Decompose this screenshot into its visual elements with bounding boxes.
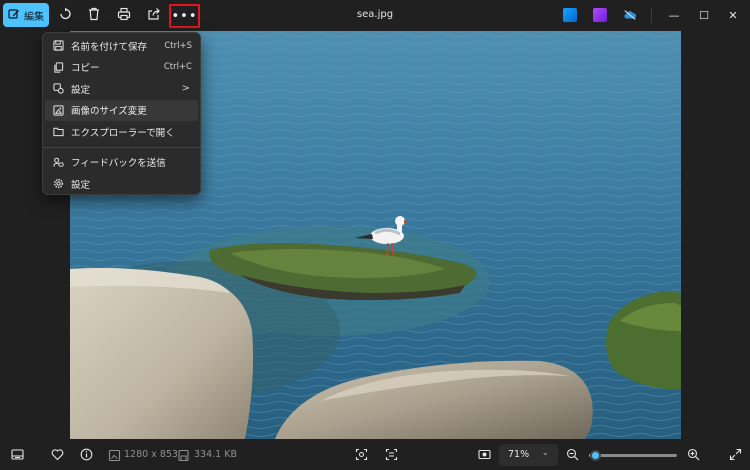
menu-item-label: 名前を付けて保存 (71, 41, 148, 53)
fullscreen-button[interactable] (727, 447, 743, 463)
menu-item-label: フィードバックを送信 (71, 158, 166, 170)
edit-icon (8, 8, 20, 23)
info-icon (80, 446, 93, 465)
filmstrip-button[interactable] (9, 447, 25, 463)
title-divider (651, 7, 652, 23)
menu-item-set-as[interactable]: 設定 > (45, 78, 198, 100)
zoom-level-dropdown[interactable]: 71% ⌄ (499, 444, 558, 466)
designer-icon[interactable] (563, 8, 577, 22)
copy-icon (51, 60, 65, 74)
onedrive-button[interactable] (618, 5, 642, 27)
rotate-button[interactable] (53, 4, 77, 26)
menu-item-label: エクスプローラーで開く (71, 127, 175, 139)
file-size: 334.1 KB (194, 449, 237, 460)
set-as-icon (51, 82, 65, 96)
resize-icon (51, 103, 65, 117)
zoom-slider-track[interactable] (589, 454, 677, 457)
rotate-icon (58, 6, 72, 25)
share-button[interactable] (142, 4, 166, 26)
filesize-icon (175, 447, 191, 463)
image-dimensions: 1280 x 853 (124, 449, 178, 460)
clipchamp-icon[interactable] (593, 8, 607, 22)
file-info-button[interactable] (78, 447, 94, 463)
actual-size-button[interactable] (476, 447, 492, 463)
onedrive-offline-icon (623, 7, 637, 26)
scan-text-icon (385, 446, 398, 465)
title-bar: 編集 ••• sea.jpg — ☐ ✕ (0, 0, 750, 32)
gear-icon (51, 177, 65, 191)
delete-icon (87, 6, 101, 25)
minimize-button[interactable]: — (661, 5, 687, 25)
zoom-out-button[interactable] (564, 447, 580, 463)
edit-label: 編集 (24, 11, 44, 23)
save-as-icon (51, 39, 65, 53)
menu-item-settings[interactable]: 設定 (45, 173, 198, 195)
folder-icon (51, 125, 65, 139)
dimensions-icon (106, 447, 122, 463)
zoom-in-button[interactable] (685, 447, 701, 463)
menu-item-label: 設定 (71, 84, 91, 96)
edit-button[interactable]: 編集 (3, 3, 49, 27)
print-icon (117, 6, 131, 25)
more-options-button[interactable]: ••• (169, 4, 200, 28)
menu-item-copy[interactable]: コピー Ctrl+C (45, 57, 198, 79)
menu-separator (43, 146, 200, 148)
feedback-icon (51, 155, 65, 169)
chevron-right-icon: > (181, 83, 190, 95)
menu-item-label: 設定 (71, 179, 91, 191)
menu-item-resize[interactable]: 画像のサイズ変更 (45, 99, 198, 121)
menu-item-shortcut: Ctrl+C (163, 62, 192, 73)
fit-view-icon (477, 446, 491, 465)
menu-item-label: コピー (71, 63, 100, 75)
favorite-button[interactable] (49, 447, 65, 463)
zoom-slider-thumb[interactable] (589, 450, 601, 461)
crop-button[interactable] (353, 447, 369, 463)
menu-item-shortcut: Ctrl+S (164, 40, 192, 51)
filmstrip-icon (10, 446, 24, 465)
text-recognition-button[interactable] (383, 447, 399, 463)
print-button[interactable] (112, 4, 136, 26)
zoom-in-icon (687, 446, 700, 465)
focus-icon (355, 446, 368, 465)
heart-icon (51, 446, 64, 465)
close-button[interactable]: ✕ (720, 5, 746, 25)
menu-item-feedback[interactable]: フィードバックを送信 (45, 152, 198, 174)
chevron-down-icon: ⌄ (541, 448, 549, 458)
more-options-menu: 名前を付けて保存 Ctrl+S コピー Ctrl+C 設定 > 画像のサイズ変更… (42, 32, 201, 195)
more-icon: ••• (171, 8, 198, 24)
delete-button[interactable] (82, 4, 106, 26)
menu-item-open-explorer[interactable]: エクスプローラーで開く (45, 121, 198, 143)
menu-item-save-as[interactable]: 名前を付けて保存 Ctrl+S (45, 35, 198, 57)
zoom-out-icon (566, 446, 579, 465)
menu-item-label: 画像のサイズ変更 (71, 106, 147, 118)
maximize-button[interactable]: ☐ (691, 5, 717, 25)
expand-icon (729, 446, 742, 465)
share-icon (147, 6, 161, 25)
zoom-value: 71% (508, 449, 530, 460)
